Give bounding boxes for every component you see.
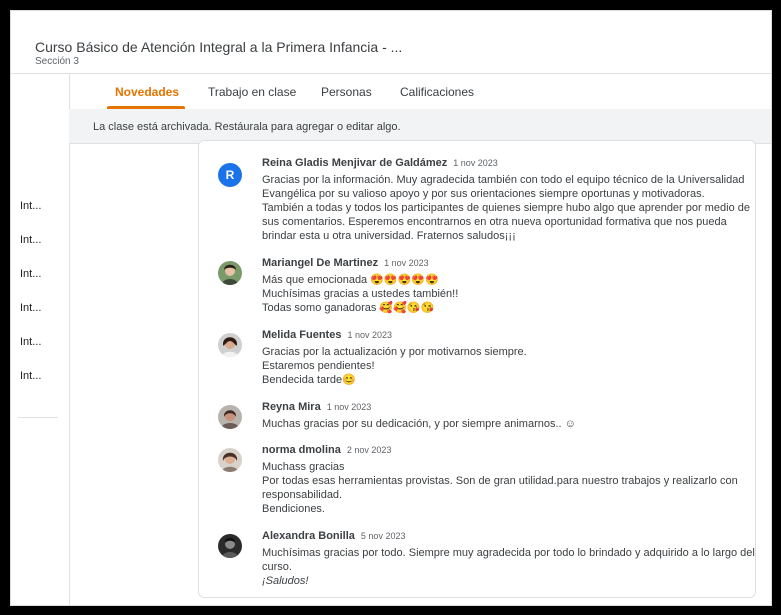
comment-text: Por todas esas herramientas provistas. S… <box>262 475 738 487</box>
avatar: R <box>218 163 242 187</box>
topic-list: Int... Int... Int... Int... Int... Int..… <box>20 200 41 404</box>
avatar <box>218 261 242 285</box>
comment-text: Bendecida tarde😊 <box>262 374 356 386</box>
archived-banner: La clase está archivada. Restáurala para… <box>69 109 771 144</box>
comment-text: sus comentarios. Esperemos encontrarnos … <box>262 216 727 228</box>
comment-text: Muchísimas gracias a ustedes también!! <box>262 288 459 300</box>
tab-trabajo-en-clase[interactable]: Trabajo en clase <box>208 85 296 99</box>
comment-date: 1 nov 2023 <box>384 258 429 268</box>
avatar <box>218 405 242 429</box>
comment-text: Estaremos pendientes! <box>262 360 375 372</box>
comment-date: 1 nov 2023 <box>347 330 393 340</box>
avatar-letter: R <box>225 168 235 182</box>
avatar <box>218 448 242 472</box>
tab-personas[interactable]: Personas <box>321 85 372 99</box>
comment-text: Muchas gracias por su dedicación, y por … <box>262 418 576 430</box>
avatar <box>218 534 242 558</box>
comment-text: Muchísimas gracias por todo. Siempre muy… <box>262 547 755 559</box>
comment-date: 1 nov 2023 <box>326 402 372 412</box>
comment-text: Bendiciones. <box>262 503 325 515</box>
comment-text: responsabilidad. <box>262 489 343 501</box>
tab-novedades[interactable]: Novedades <box>115 85 179 99</box>
comment-author: Reina Gladis Menjivar de Galdámez <box>262 157 448 169</box>
tab-bar: Novedades Trabajo en clase Personas Cali… <box>69 73 771 110</box>
comment-text: Todas somo ganadoras 🥰🥰😘😘 <box>262 302 435 314</box>
comment-text: brindar esta u otra universidad. Fratern… <box>262 230 516 242</box>
comment-author: Reyna Mira <box>262 401 321 413</box>
comment-author: Alexandra Bonilla <box>262 530 355 542</box>
topic-item[interactable]: Int... <box>20 302 41 336</box>
avatar <box>218 333 242 357</box>
comment-text: Gracias por la información. Muy agradeci… <box>262 174 745 186</box>
comment-author: norma dmolina <box>262 444 341 456</box>
comment-text: Evangélica por su valioso apoyo y por su… <box>262 188 705 200</box>
archived-banner-text: La clase está archivada. Restáurala para… <box>93 121 401 133</box>
comment-author: Mariangel De Martinez <box>262 257 379 269</box>
comment-text: Muchass gracias <box>262 461 345 473</box>
comment-date: 2 nov 2023 <box>346 445 392 455</box>
comment-text: ¡Saludos! <box>262 575 309 587</box>
divider <box>18 417 58 418</box>
topic-item[interactable]: Int... <box>20 268 41 302</box>
topic-item[interactable]: Int... <box>20 234 41 268</box>
comment-text: También a todas y todos los participante… <box>262 202 750 214</box>
comment-date: 5 nov 2023 <box>360 531 406 541</box>
topic-item[interactable]: Int... <box>20 370 41 404</box>
comment-text: Gracias por la actualización y por motiv… <box>262 346 527 358</box>
comment-text: Más que emocionada 😍😍😍😍😍 <box>262 274 439 286</box>
topic-item[interactable]: Int... <box>20 200 41 234</box>
course-header: Curso Básico de Atención Integral a la P… <box>11 11 771 74</box>
comment-text: curso. <box>262 561 292 573</box>
comment-author: Melida Fuentes <box>262 329 342 341</box>
course-title[interactable]: Curso Básico de Atención Integral a la P… <box>35 39 402 55</box>
tab-calificaciones[interactable]: Calificaciones <box>400 85 474 99</box>
comment-date: 1 nov 2023 <box>453 158 498 168</box>
course-section: Sección 3 <box>35 56 79 67</box>
topic-item[interactable]: Int... <box>20 336 41 370</box>
